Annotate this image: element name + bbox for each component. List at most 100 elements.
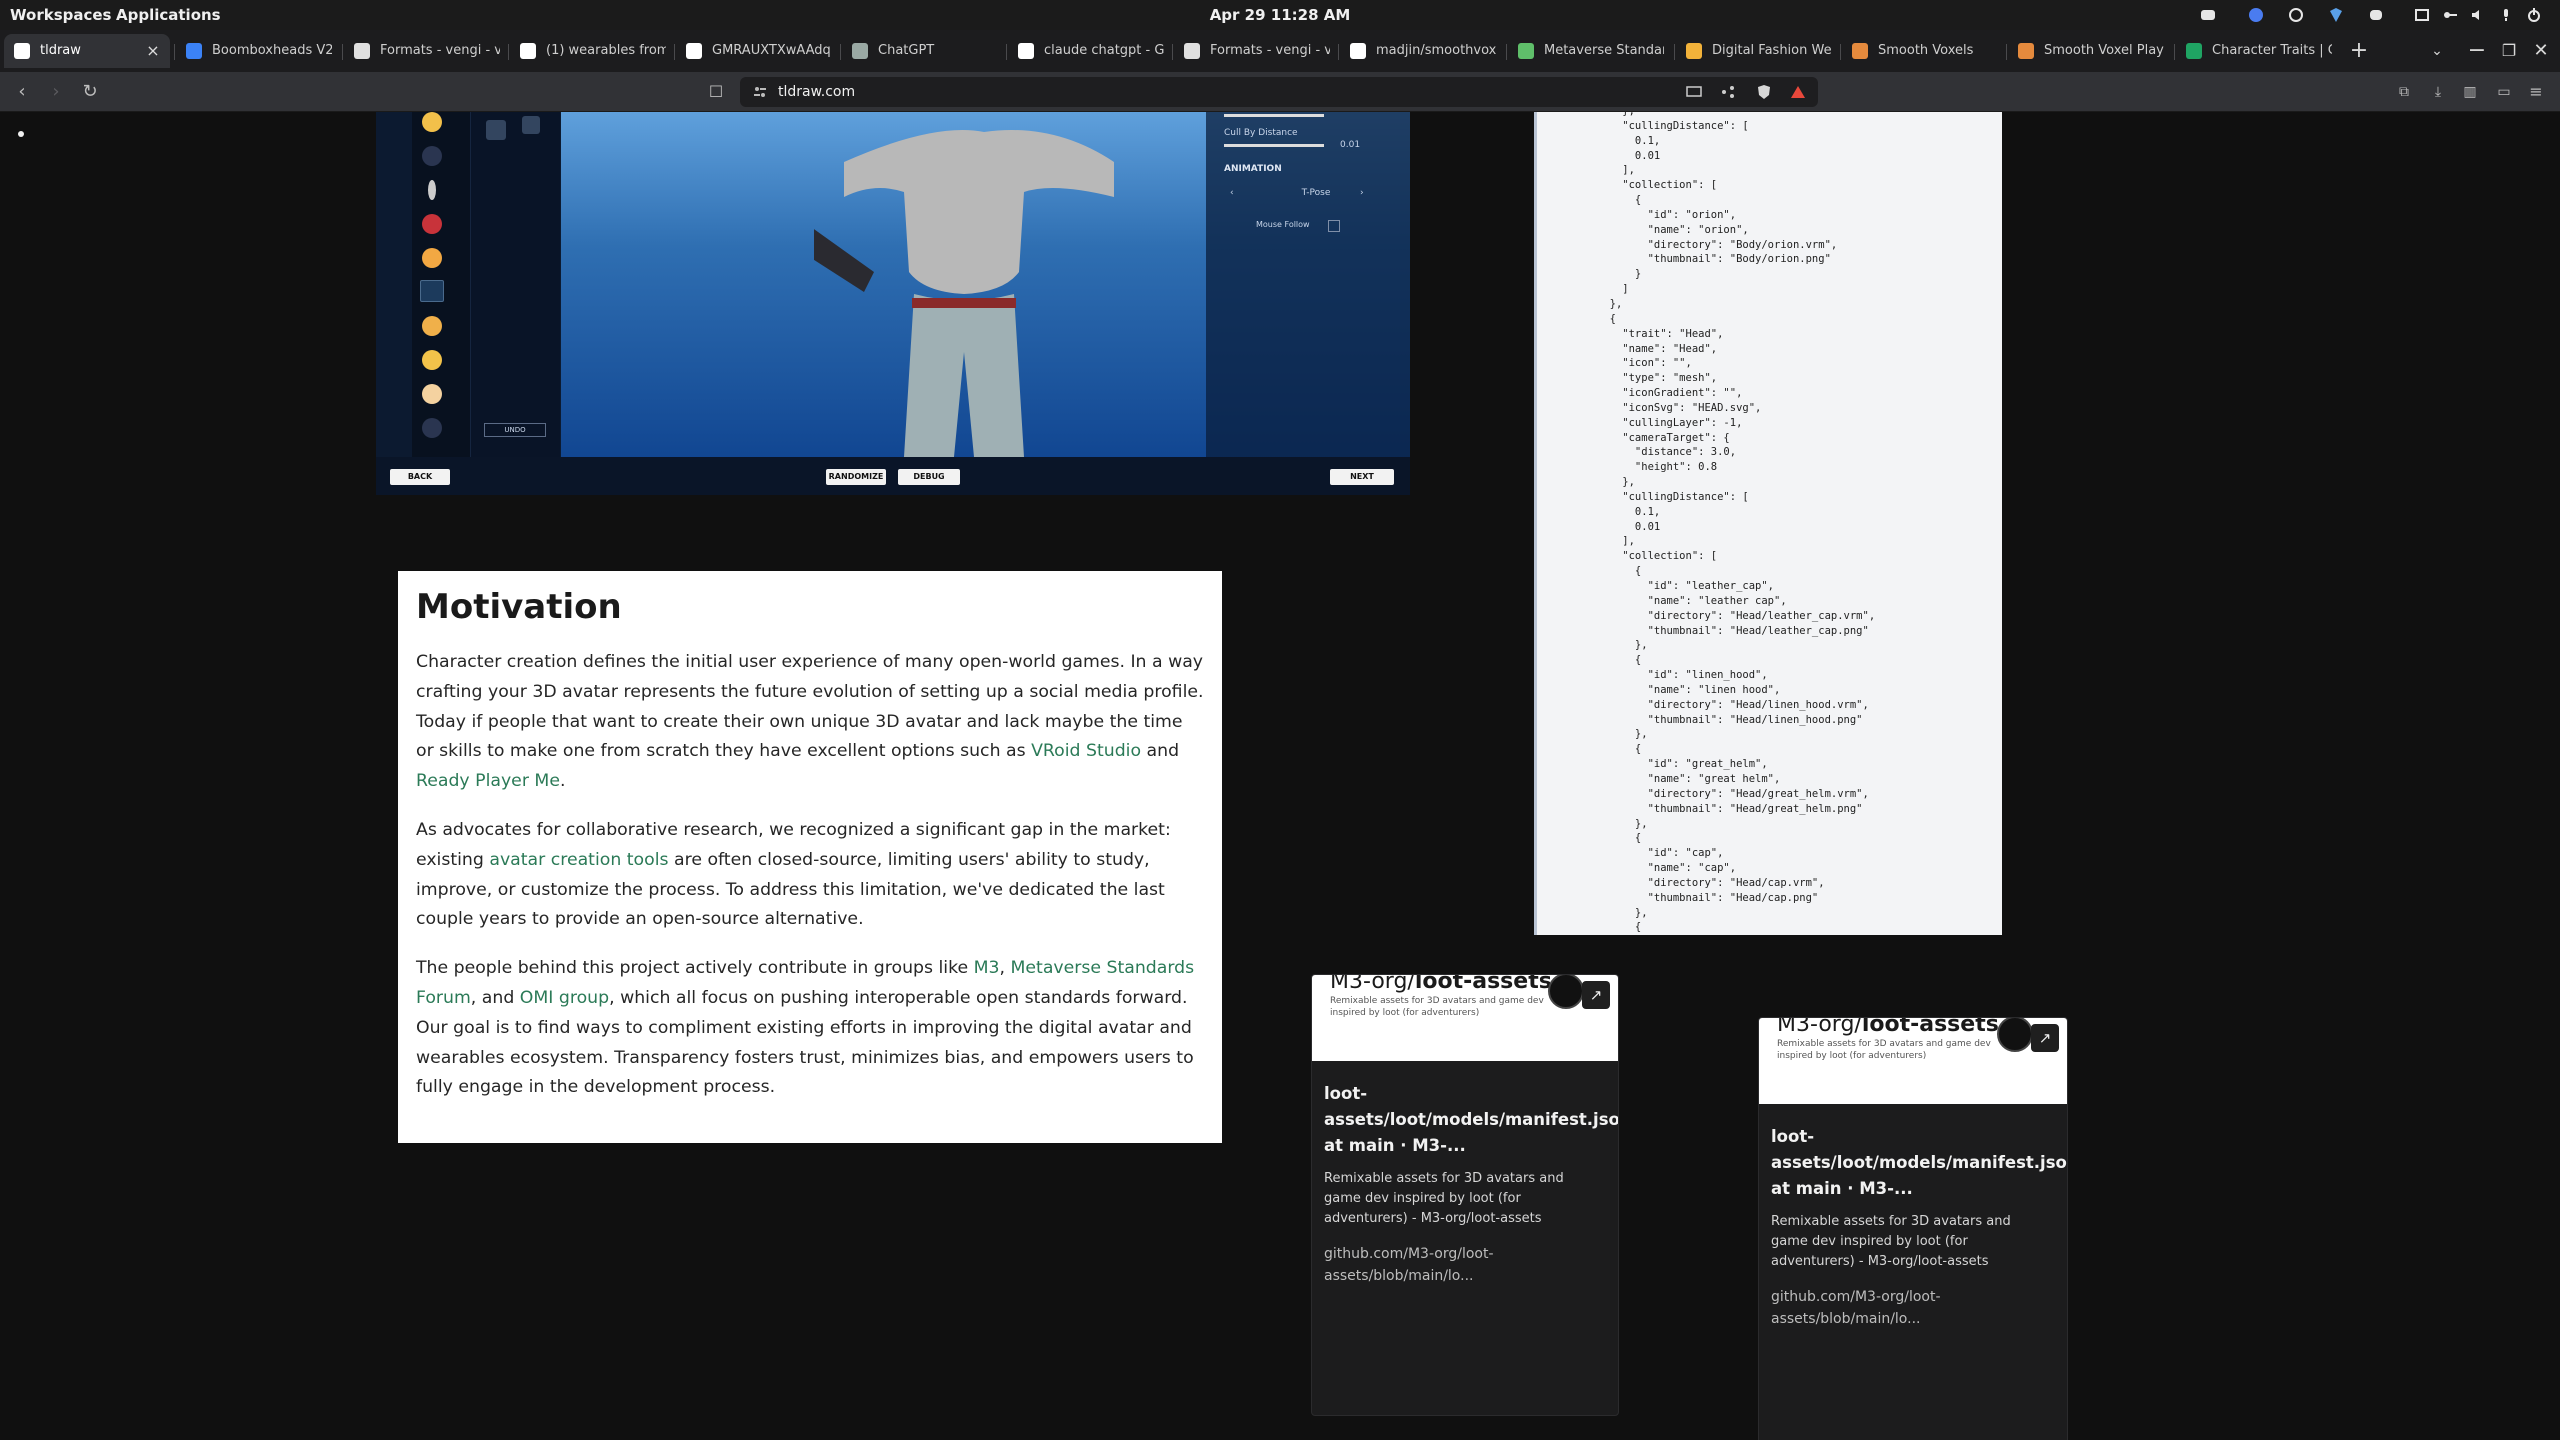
tab-separator	[674, 44, 675, 60]
system-clock[interactable]: Apr 29 11:28 AM	[1180, 0, 1380, 30]
tab-separator	[1006, 44, 1007, 60]
cast-icon[interactable]	[1686, 84, 1702, 100]
volume-tray-icon[interactable]	[2470, 7, 2486, 23]
window-tray-icon[interactable]	[2414, 7, 2430, 23]
m3-logo-icon	[1548, 975, 1584, 1009]
smile-trait-icon	[422, 112, 442, 132]
new-tab-button[interactable]: +	[2342, 34, 2376, 68]
menu-icon[interactable]: ≡	[2522, 78, 2550, 106]
tab-separator	[1172, 44, 1173, 60]
brave-rewards-icon[interactable]	[1790, 84, 1806, 100]
tab-11[interactable]: Digital Fashion Wea	[1676, 34, 1842, 68]
bottle-trait-icon	[428, 180, 436, 200]
m3-link[interactable]: M3	[974, 958, 1000, 978]
minimize-window-button[interactable]: −	[2460, 34, 2494, 68]
thumbnail-repo-title: M3-org/loot-assets	[1330, 975, 1552, 994]
external-link-icon[interactable]: ↗	[2031, 1024, 2059, 1052]
tab-13[interactable]: Smooth Voxel Playg	[2008, 34, 2174, 68]
link-card-url[interactable]: github.com/M3-org/loot-assets/blob/main/…	[1771, 1286, 2051, 1330]
tab-close-icon[interactable]: ×	[144, 42, 162, 60]
zoom-tray-icon[interactable]	[2248, 7, 2264, 23]
omi-group-link[interactable]: OMI group	[520, 988, 609, 1008]
tab-favicon-icon	[520, 43, 536, 59]
trait-options-column	[470, 112, 560, 457]
vpn-tray-icon[interactable]	[2328, 7, 2344, 23]
motivation-card[interactable]: Motivation Character creation defines th…	[398, 571, 1222, 1143]
character-creator-screenshot[interactable]: UNDO Cull By Distance 0.01 ANIMATION ‹ T…	[376, 112, 1410, 495]
link-card-url[interactable]: github.com/M3-org/loot-assets/blob/main/…	[1324, 1243, 1604, 1287]
link-card-title[interactable]: loot-assets/loot/models/manifest.json at…	[1324, 1081, 1618, 1159]
tab-4[interactable]: (1) wearables from:c	[510, 34, 676, 68]
tab-separator	[174, 44, 175, 60]
close-window-button[interactable]: ✕	[2524, 34, 2558, 68]
vroid-studio-link[interactable]: VRoid Studio	[1031, 741, 1141, 761]
downloads-icon[interactable]: ⤓	[2424, 78, 2452, 106]
tab-separator	[1674, 44, 1675, 60]
back-arrow-icon[interactable]: ‹	[8, 78, 36, 106]
manifest-json-image[interactable]: }, "cullingDistance": [ 0.1, 0.01 ], "co…	[1534, 112, 2002, 935]
tab-title: GMRAUXTXwAAdqM5	[712, 43, 832, 58]
tab-list-chevron-down-icon[interactable]: ⌄	[2420, 34, 2454, 68]
tab-title: tldraw	[40, 43, 81, 58]
option-thumb-1	[486, 120, 506, 140]
tab-title: Smooth Voxels	[1878, 43, 1974, 58]
bookmark-icon[interactable]: ☐	[702, 78, 730, 106]
blank-trait-icon	[422, 146, 442, 166]
tab-12[interactable]: Smooth Voxels	[1842, 34, 2008, 68]
tab-6[interactable]: ChatGPT	[842, 34, 1008, 68]
tab-3[interactable]: Formats - vengi - vo	[344, 34, 510, 68]
tab-favicon-icon	[2018, 43, 2034, 59]
creator-next-button: NEXT	[1330, 469, 1394, 485]
discord-tray-icon[interactable]	[2200, 7, 2216, 23]
extensions-icon[interactable]: ⧉	[2390, 78, 2418, 106]
sidebar-icon[interactable]: ▥	[2456, 78, 2484, 106]
applications-menu[interactable]: Applications	[116, 0, 221, 30]
selected-trait-icon	[420, 280, 444, 302]
tab-10[interactable]: Metaverse Standard	[1508, 34, 1674, 68]
site-settings-icon[interactable]	[752, 84, 768, 100]
thumbnail-description: Remixable assets for 3D avatars and game…	[1777, 1039, 1991, 1061]
ready-player-me-link[interactable]: Ready Player Me	[416, 771, 560, 791]
microphone-tray-icon[interactable]	[2498, 7, 2514, 23]
tab-1[interactable]: tldraw ×	[4, 34, 170, 68]
avatar-creation-tools-link[interactable]: avatar creation tools	[489, 850, 668, 870]
link-card-thumbnail: M3-org/loot-assets Remixable assets for …	[1759, 1018, 2067, 1104]
brave-shield-icon[interactable]	[1756, 84, 1772, 100]
animation-next-chevron-icon: ›	[1360, 188, 1364, 198]
tldraw-canvas[interactable]: UNDO Cull By Distance 0.01 ANIMATION ‹ T…	[0, 112, 2560, 1440]
tab-separator	[1840, 44, 1841, 60]
external-link-icon[interactable]: ↗	[1582, 981, 1610, 1009]
link-card-1[interactable]: M3-org/loot-assets Remixable assets for …	[1311, 974, 1619, 1416]
address-bar[interactable]: tldraw.com	[740, 77, 1818, 107]
link-card-2[interactable]: M3-org/loot-assets Remixable assets for …	[1758, 1017, 2068, 1440]
tab-separator	[1506, 44, 1507, 60]
tab-separator	[840, 44, 841, 60]
url-text[interactable]: tldraw.com	[778, 77, 855, 107]
steam-tray-icon[interactable]	[2288, 7, 2304, 23]
tab-favicon-icon	[1518, 43, 1534, 59]
restore-window-button[interactable]: ❐	[2492, 34, 2526, 68]
key-tray-icon[interactable]	[2442, 7, 2458, 23]
tab-9[interactable]: madjin/smoothvoxe	[1340, 34, 1506, 68]
forward-arrow-icon[interactable]: ›	[42, 78, 70, 106]
animation-prev-chevron-icon: ‹	[1230, 188, 1234, 198]
power-tray-icon[interactable]	[2526, 7, 2542, 23]
tab-14[interactable]: Character Traits | Ch	[2176, 34, 2342, 68]
undo-button: UNDO	[484, 423, 546, 437]
paragraph-text: ,	[999, 958, 1011, 979]
share-icon[interactable]	[1720, 84, 1736, 100]
tab-separator	[508, 44, 509, 60]
tab-8[interactable]: Formats - vengi - vo	[1174, 34, 1340, 68]
canvas-dot[interactable]	[18, 131, 24, 137]
link-card-title[interactable]: loot-assets/loot/models/manifest.json at…	[1771, 1124, 2067, 1202]
wallet-icon[interactable]: ▭	[2490, 78, 2518, 106]
tab-5[interactable]: GMRAUXTXwAAdqM5	[676, 34, 842, 68]
reload-icon[interactable]: ↻	[76, 78, 104, 106]
chat-tray-icon[interactable]	[2368, 7, 2384, 23]
tab-7[interactable]: claude chatgpt - Goo	[1008, 34, 1174, 68]
tab-favicon-icon	[686, 43, 702, 59]
tab-2[interactable]: Boomboxheads V2 D	[176, 34, 342, 68]
workspaces-menu[interactable]: Workspaces	[10, 0, 111, 30]
tab-favicon-icon	[852, 43, 868, 59]
trait-sidebar: UNDO	[376, 112, 561, 457]
